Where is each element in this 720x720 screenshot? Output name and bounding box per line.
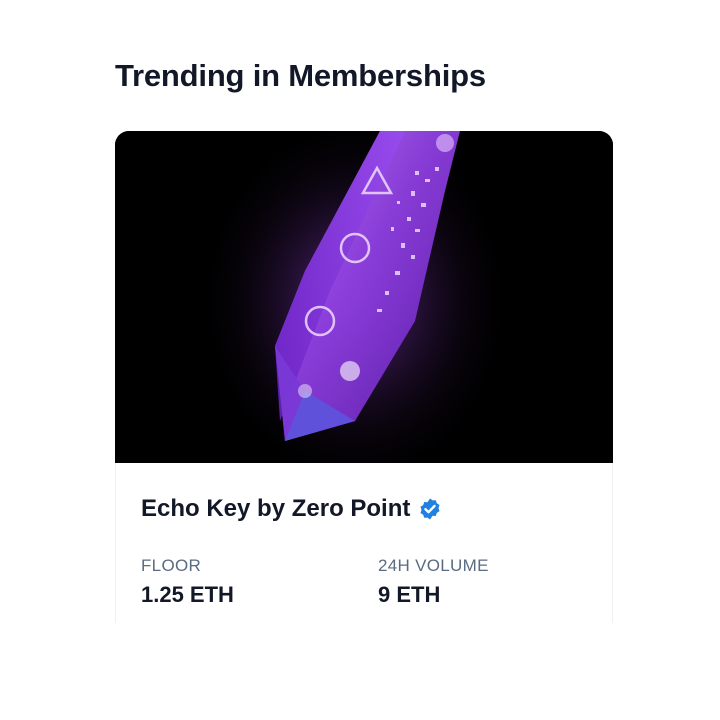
page: Trending in Memberships Echo Key by Zero… bbox=[0, 0, 720, 720]
floor-label: FLOOR bbox=[141, 556, 202, 575]
section-title: Trending in Memberships bbox=[115, 58, 486, 93]
volume-value: 9 ETH bbox=[378, 582, 441, 607]
card-body: Echo Key by Zero Point FLOOR 1.25 ETH 24… bbox=[115, 463, 613, 623]
verified-badge-icon bbox=[418, 497, 442, 521]
collection-name-row[interactable]: Echo Key by Zero Point bbox=[141, 493, 442, 525]
volume-stat: 24H VOLUME 9 ETH bbox=[378, 555, 489, 609]
collection-card[interactable]: Echo Key by Zero Point FLOOR 1.25 ETH 24… bbox=[115, 131, 613, 623]
floor-stat: FLOOR 1.25 ETH bbox=[141, 555, 234, 609]
volume-label: 24H VOLUME bbox=[378, 556, 489, 575]
collection-image[interactable] bbox=[115, 131, 613, 463]
crystal-key-artwork bbox=[115, 131, 613, 463]
collection-name[interactable]: Echo Key by Zero Point bbox=[141, 493, 410, 525]
floor-value: 1.25 ETH bbox=[141, 582, 234, 607]
